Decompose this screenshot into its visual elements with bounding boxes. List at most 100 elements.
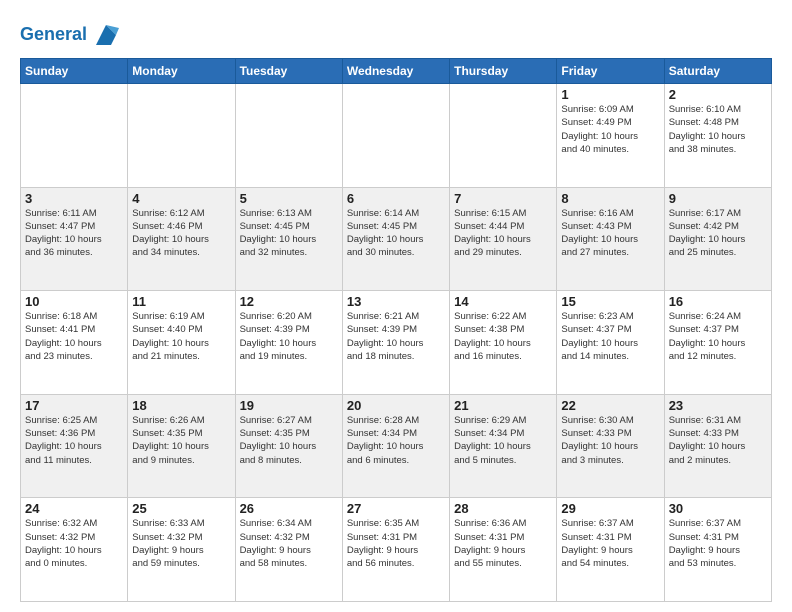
calendar-cell: 9Sunrise: 6:17 AM Sunset: 4:42 PM Daylig… [664, 187, 771, 291]
day-number: 19 [240, 398, 338, 413]
day-info: Sunrise: 6:28 AM Sunset: 4:34 PM Dayligh… [347, 414, 445, 467]
day-info: Sunrise: 6:14 AM Sunset: 4:45 PM Dayligh… [347, 207, 445, 260]
day-info: Sunrise: 6:20 AM Sunset: 4:39 PM Dayligh… [240, 310, 338, 363]
day-of-week-header: Friday [557, 59, 664, 84]
calendar-cell: 12Sunrise: 6:20 AM Sunset: 4:39 PM Dayli… [235, 291, 342, 395]
day-number: 17 [25, 398, 123, 413]
calendar-cell: 20Sunrise: 6:28 AM Sunset: 4:34 PM Dayli… [342, 394, 449, 498]
day-info: Sunrise: 6:17 AM Sunset: 4:42 PM Dayligh… [669, 207, 767, 260]
logo-icon [91, 20, 121, 50]
calendar-cell: 29Sunrise: 6:37 AM Sunset: 4:31 PM Dayli… [557, 498, 664, 602]
day-number: 14 [454, 294, 552, 309]
day-number: 18 [132, 398, 230, 413]
calendar-cell: 5Sunrise: 6:13 AM Sunset: 4:45 PM Daylig… [235, 187, 342, 291]
header-row: SundayMondayTuesdayWednesdayThursdayFrid… [21, 59, 772, 84]
calendar-cell: 11Sunrise: 6:19 AM Sunset: 4:40 PM Dayli… [128, 291, 235, 395]
calendar-week-row: 17Sunrise: 6:25 AM Sunset: 4:36 PM Dayli… [21, 394, 772, 498]
calendar-cell: 10Sunrise: 6:18 AM Sunset: 4:41 PM Dayli… [21, 291, 128, 395]
calendar-week-row: 1Sunrise: 6:09 AM Sunset: 4:49 PM Daylig… [21, 84, 772, 188]
day-number: 3 [25, 191, 123, 206]
day-info: Sunrise: 6:21 AM Sunset: 4:39 PM Dayligh… [347, 310, 445, 363]
day-info: Sunrise: 6:23 AM Sunset: 4:37 PM Dayligh… [561, 310, 659, 363]
calendar-cell: 3Sunrise: 6:11 AM Sunset: 4:47 PM Daylig… [21, 187, 128, 291]
day-info: Sunrise: 6:10 AM Sunset: 4:48 PM Dayligh… [669, 103, 767, 156]
day-info: Sunrise: 6:18 AM Sunset: 4:41 PM Dayligh… [25, 310, 123, 363]
calendar-week-row: 24Sunrise: 6:32 AM Sunset: 4:32 PM Dayli… [21, 498, 772, 602]
calendar-cell: 1Sunrise: 6:09 AM Sunset: 4:49 PM Daylig… [557, 84, 664, 188]
day-number: 12 [240, 294, 338, 309]
day-info: Sunrise: 6:24 AM Sunset: 4:37 PM Dayligh… [669, 310, 767, 363]
day-number: 15 [561, 294, 659, 309]
day-info: Sunrise: 6:25 AM Sunset: 4:36 PM Dayligh… [25, 414, 123, 467]
calendar-cell: 30Sunrise: 6:37 AM Sunset: 4:31 PM Dayli… [664, 498, 771, 602]
calendar-cell: 16Sunrise: 6:24 AM Sunset: 4:37 PM Dayli… [664, 291, 771, 395]
day-number: 11 [132, 294, 230, 309]
calendar-cell: 22Sunrise: 6:30 AM Sunset: 4:33 PM Dayli… [557, 394, 664, 498]
day-number: 16 [669, 294, 767, 309]
calendar-cell: 15Sunrise: 6:23 AM Sunset: 4:37 PM Dayli… [557, 291, 664, 395]
day-number: 8 [561, 191, 659, 206]
calendar-cell: 24Sunrise: 6:32 AM Sunset: 4:32 PM Dayli… [21, 498, 128, 602]
day-info: Sunrise: 6:33 AM Sunset: 4:32 PM Dayligh… [132, 517, 230, 570]
day-info: Sunrise: 6:19 AM Sunset: 4:40 PM Dayligh… [132, 310, 230, 363]
day-info: Sunrise: 6:37 AM Sunset: 4:31 PM Dayligh… [561, 517, 659, 570]
calendar-week-row: 10Sunrise: 6:18 AM Sunset: 4:41 PM Dayli… [21, 291, 772, 395]
calendar-cell: 23Sunrise: 6:31 AM Sunset: 4:33 PM Dayli… [664, 394, 771, 498]
calendar-cell: 13Sunrise: 6:21 AM Sunset: 4:39 PM Dayli… [342, 291, 449, 395]
day-info: Sunrise: 6:35 AM Sunset: 4:31 PM Dayligh… [347, 517, 445, 570]
day-number: 2 [669, 87, 767, 102]
day-of-week-header: Wednesday [342, 59, 449, 84]
calendar: SundayMondayTuesdayWednesdayThursdayFrid… [20, 58, 772, 602]
header: General [20, 16, 772, 50]
day-number: 30 [669, 501, 767, 516]
calendar-cell: 27Sunrise: 6:35 AM Sunset: 4:31 PM Dayli… [342, 498, 449, 602]
logo: General [20, 20, 121, 50]
page: General SundayMondayTuesdayWednesdayThur… [0, 0, 792, 612]
day-number: 10 [25, 294, 123, 309]
day-number: 29 [561, 501, 659, 516]
day-number: 21 [454, 398, 552, 413]
calendar-cell [450, 84, 557, 188]
day-number: 5 [240, 191, 338, 206]
calendar-cell: 2Sunrise: 6:10 AM Sunset: 4:48 PM Daylig… [664, 84, 771, 188]
day-info: Sunrise: 6:27 AM Sunset: 4:35 PM Dayligh… [240, 414, 338, 467]
logo-text: General [20, 25, 87, 45]
calendar-cell: 28Sunrise: 6:36 AM Sunset: 4:31 PM Dayli… [450, 498, 557, 602]
calendar-cell: 19Sunrise: 6:27 AM Sunset: 4:35 PM Dayli… [235, 394, 342, 498]
calendar-cell: 6Sunrise: 6:14 AM Sunset: 4:45 PM Daylig… [342, 187, 449, 291]
day-info: Sunrise: 6:09 AM Sunset: 4:49 PM Dayligh… [561, 103, 659, 156]
day-info: Sunrise: 6:29 AM Sunset: 4:34 PM Dayligh… [454, 414, 552, 467]
day-info: Sunrise: 6:15 AM Sunset: 4:44 PM Dayligh… [454, 207, 552, 260]
calendar-cell: 8Sunrise: 6:16 AM Sunset: 4:43 PM Daylig… [557, 187, 664, 291]
calendar-cell: 7Sunrise: 6:15 AM Sunset: 4:44 PM Daylig… [450, 187, 557, 291]
day-info: Sunrise: 6:16 AM Sunset: 4:43 PM Dayligh… [561, 207, 659, 260]
day-info: Sunrise: 6:12 AM Sunset: 4:46 PM Dayligh… [132, 207, 230, 260]
calendar-cell: 14Sunrise: 6:22 AM Sunset: 4:38 PM Dayli… [450, 291, 557, 395]
day-info: Sunrise: 6:32 AM Sunset: 4:32 PM Dayligh… [25, 517, 123, 570]
day-info: Sunrise: 6:26 AM Sunset: 4:35 PM Dayligh… [132, 414, 230, 467]
day-number: 23 [669, 398, 767, 413]
day-number: 22 [561, 398, 659, 413]
day-of-week-header: Sunday [21, 59, 128, 84]
day-of-week-header: Saturday [664, 59, 771, 84]
calendar-cell [128, 84, 235, 188]
day-of-week-header: Tuesday [235, 59, 342, 84]
calendar-cell: 4Sunrise: 6:12 AM Sunset: 4:46 PM Daylig… [128, 187, 235, 291]
day-info: Sunrise: 6:37 AM Sunset: 4:31 PM Dayligh… [669, 517, 767, 570]
day-of-week-header: Monday [128, 59, 235, 84]
calendar-cell: 25Sunrise: 6:33 AM Sunset: 4:32 PM Dayli… [128, 498, 235, 602]
day-info: Sunrise: 6:31 AM Sunset: 4:33 PM Dayligh… [669, 414, 767, 467]
calendar-cell [342, 84, 449, 188]
day-number: 24 [25, 501, 123, 516]
day-number: 1 [561, 87, 659, 102]
calendar-cell: 17Sunrise: 6:25 AM Sunset: 4:36 PM Dayli… [21, 394, 128, 498]
day-info: Sunrise: 6:36 AM Sunset: 4:31 PM Dayligh… [454, 517, 552, 570]
calendar-cell: 21Sunrise: 6:29 AM Sunset: 4:34 PM Dayli… [450, 394, 557, 498]
calendar-week-row: 3Sunrise: 6:11 AM Sunset: 4:47 PM Daylig… [21, 187, 772, 291]
day-number: 13 [347, 294, 445, 309]
day-number: 27 [347, 501, 445, 516]
day-number: 4 [132, 191, 230, 206]
day-info: Sunrise: 6:22 AM Sunset: 4:38 PM Dayligh… [454, 310, 552, 363]
day-info: Sunrise: 6:34 AM Sunset: 4:32 PM Dayligh… [240, 517, 338, 570]
day-of-week-header: Thursday [450, 59, 557, 84]
